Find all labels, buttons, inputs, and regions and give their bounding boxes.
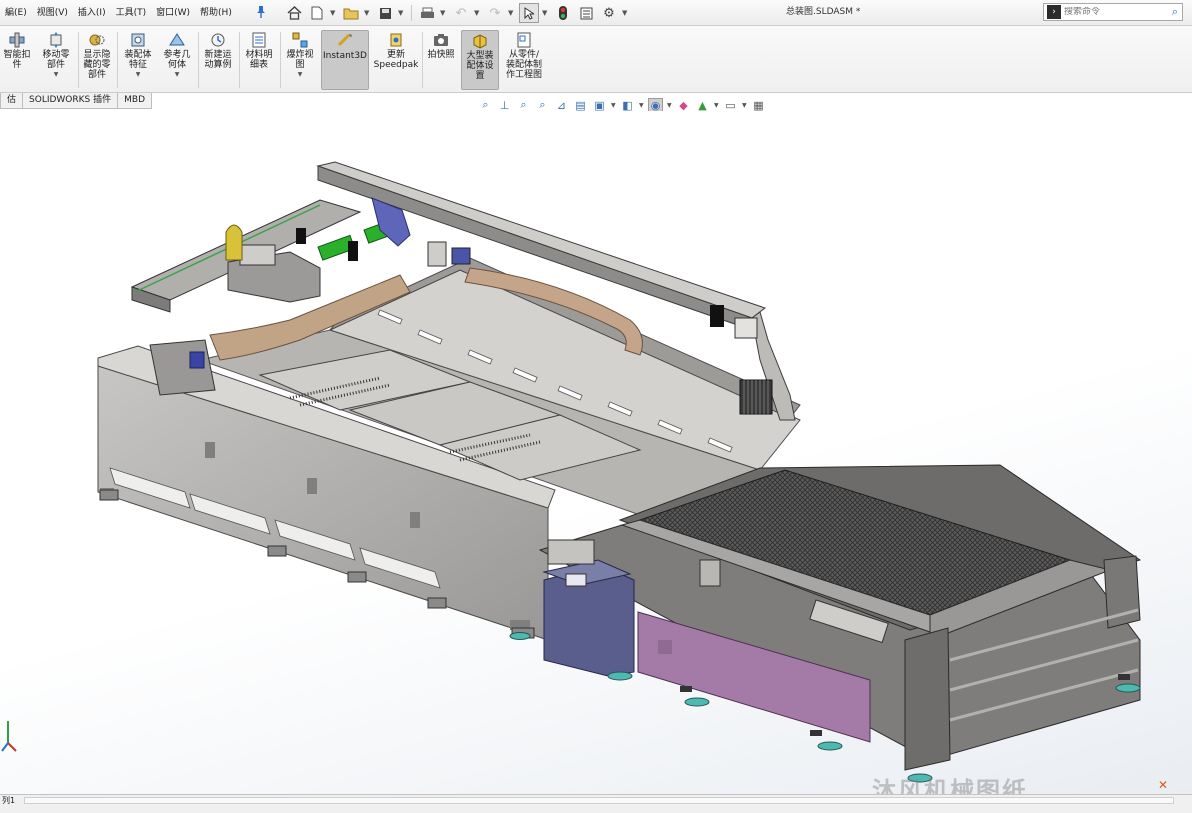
new-motion-study-icon [208,30,228,50]
camera-icon [431,30,451,50]
make-drawing-button[interactable]: 从零件/ 装配体制 作工程图 [501,30,547,90]
instant3d-icon [335,31,355,51]
chevron-down-icon[interactable]: ▼ [622,9,630,17]
menu-window[interactable]: 窗口(W) [151,0,195,26]
menu-insert[interactable]: 插入(I) [73,0,111,26]
undo-icon[interactable]: ↶ [451,3,471,23]
menu-bar: 編(E) 视图(V) 插入(I) 工具(T) 窗口(W) 帮助(H) [0,0,237,26]
select-cursor-icon[interactable] [519,3,539,23]
status-bar: 列1 [0,794,1192,813]
assembly-features-icon [128,30,148,50]
chevron-down-icon[interactable]: ▼ [440,9,448,17]
tab-evaluate[interactable]: 估 [0,93,24,109]
reference-geometry-icon [167,30,187,50]
update-speedpak-button[interactable]: 更新 Speedpak [373,30,419,90]
exploded-view-button[interactable]: 爆炸视 图 ▼ [281,30,319,90]
make-drawing-icon [514,30,534,50]
chevron-down-icon[interactable]: ▼ [175,71,180,78]
move-component-button[interactable]: 移动零 部件 ▼ [36,30,76,90]
menu-edit[interactable]: 編(E) [0,0,32,26]
show-hidden-components-icon [87,30,107,50]
chevron-down-icon[interactable]: ▼ [330,9,338,17]
instant3d-button[interactable]: Instant3D [321,30,369,90]
menu-help[interactable]: 帮助(H) [195,0,237,26]
chevron-down-icon[interactable]: ▼ [298,71,303,78]
gear-icon[interactable]: ⚙ [599,3,619,23]
graphics-area[interactable] [0,111,1192,794]
chevron-down-icon[interactable]: ▼ [667,102,672,109]
tab-solidworks-addins[interactable]: SOLIDWORKS 插件 [22,93,119,109]
command-prompt-icon: › [1047,5,1061,19]
reference-geometry-button[interactable]: 参考几 何体 ▼ [158,30,196,90]
quick-access-toolbar: ▼ ▼ ▼ ▼ ↶ ▼ ↷ ▼ ▼ ⚙ ▼ [284,2,630,24]
tab-mbd[interactable]: MBD [117,93,152,109]
smart-fasteners-icon [7,30,27,50]
smart-fasteners-button[interactable]: 智能扣 件 [0,30,34,90]
document-title: 总装图.SLDASM * [786,7,861,17]
chevron-down-icon[interactable]: ▼ [136,71,141,78]
home-icon[interactable] [284,3,304,23]
snapshot-button[interactable]: 拍快照 [424,30,458,90]
bill-of-materials-icon [249,30,269,50]
update-speedpak-icon [386,30,406,50]
rebuild-icon[interactable] [553,3,573,23]
chevron-down-icon[interactable]: ▼ [639,102,644,109]
move-component-icon [46,30,66,50]
large-assembly-settings-icon [470,31,490,51]
watermark-logo-icon: ✕ [1158,778,1169,792]
pin-icon[interactable] [255,5,269,21]
command-manager-tabs: 估 SOLIDWORKS 插件 MBD [0,93,152,109]
chevron-down-icon[interactable]: ▼ [364,9,372,17]
open-folder-icon[interactable] [341,3,361,23]
chevron-down-icon[interactable]: ▼ [474,9,482,17]
new-document-icon[interactable] [307,3,327,23]
new-motion-study-button[interactable]: 新建运 动算例 [199,30,237,90]
horizontal-scrollbar[interactable] [24,797,1174,804]
chevron-down-icon[interactable]: ▼ [714,102,719,109]
assembly-features-button[interactable]: 装配体 特征 ▼ [119,30,157,90]
large-assembly-settings-button[interactable]: 大型装 配体设 置 [461,30,499,90]
search-icon[interactable]: ⌕ [1172,5,1178,19]
exploded-view-icon [290,30,310,50]
menu-view[interactable]: 视图(V) [32,0,73,26]
chevron-down-icon[interactable]: ▼ [398,9,406,17]
laser-cutter-assembly-model[interactable] [0,111,1192,794]
title-bar: 編(E) 视图(V) 插入(I) 工具(T) 窗口(W) 帮助(H) ▼ ▼ ▼… [0,0,1192,26]
command-manager: 智能扣 件 移动零 部件 ▼ 显示隐 藏的零 部件 装配体 特征 ▼ 参考几 何… [0,26,1192,93]
chevron-down-icon[interactable]: ▼ [508,9,516,17]
search-input[interactable] [1064,7,1164,17]
reference-triad-icon [0,715,20,762]
file-properties-icon[interactable] [576,3,596,23]
chevron-down-icon[interactable]: ▼ [54,71,59,78]
save-icon[interactable] [375,3,395,23]
show-hidden-components-button[interactable]: 显示隐 藏的零 部件 [80,30,114,90]
bill-of-materials-button[interactable]: 材料明 细表 [240,30,278,90]
chevron-down-icon[interactable]: ▼ [742,102,747,109]
chevron-down-icon[interactable]: ▼ [611,102,616,109]
print-icon[interactable] [417,3,437,23]
menu-tools[interactable]: 工具(T) [111,0,152,26]
redo-icon[interactable]: ↷ [485,3,505,23]
chevron-down-icon[interactable]: ▼ [542,9,550,17]
sheet-tab[interactable]: 列1 [0,795,17,807]
search-box[interactable]: › ⌕ [1043,3,1183,21]
